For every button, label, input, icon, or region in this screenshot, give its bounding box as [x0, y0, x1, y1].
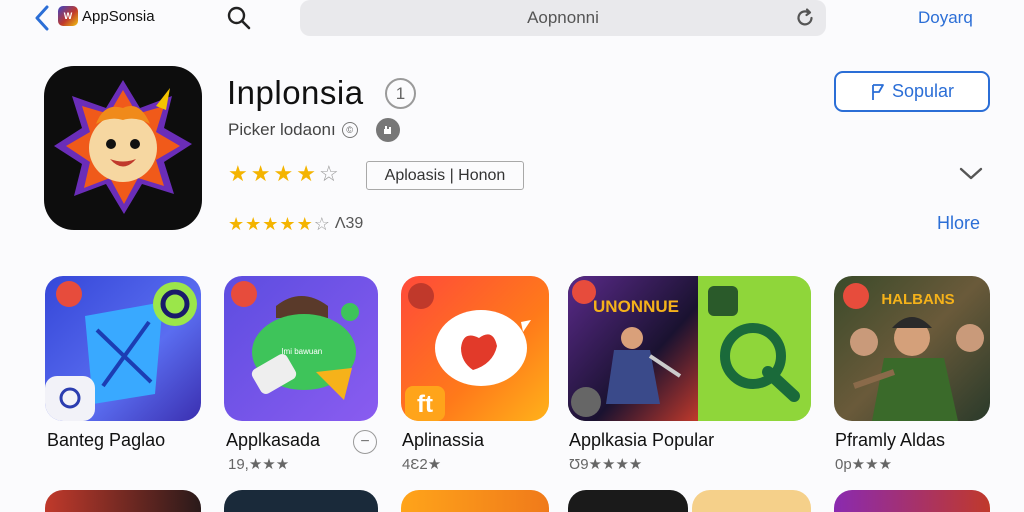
app-title: Inplonsia	[227, 74, 364, 111]
star-icon: ★	[245, 214, 262, 234]
rating-count: Ʌ39	[334, 215, 364, 232]
chevron-down-icon[interactable]	[958, 162, 984, 184]
svg-text:ft: ft	[417, 391, 433, 418]
app-name: AppSonsia	[82, 7, 155, 25]
top-right-link[interactable]: Doyarq	[918, 8, 973, 28]
app-tile[interactable]	[45, 276, 201, 421]
app-tile[interactable]: ft	[401, 276, 549, 421]
app-tile-name[interactable]: Applkasia Popular	[569, 430, 714, 451]
app-tile[interactable]	[568, 490, 688, 512]
copyright-icon: ©	[341, 122, 358, 138]
app-tile-rating: 0p★★★	[835, 456, 893, 473]
brand-logo-icon: W	[58, 6, 78, 26]
developer-name[interactable]: Picker lodaonı	[228, 120, 336, 140]
app-tile[interactable]	[224, 490, 378, 512]
info-icon[interactable]: 1	[385, 78, 416, 109]
developer-line: Picker lodaonı ©	[228, 118, 400, 142]
chevron-left-icon[interactable]	[30, 4, 54, 32]
search-icon[interactable]	[226, 5, 252, 31]
star-icon: ★	[228, 214, 245, 234]
star-outline-icon: ☆	[318, 161, 339, 186]
reload-icon[interactable]	[794, 7, 816, 29]
app-tile-rating: 19,★★★	[228, 456, 290, 473]
app-tile[interactable]	[45, 490, 201, 512]
app-tile[interactable]: lmi bawuan	[224, 276, 378, 421]
tile-banner-text: UNONNUE	[593, 297, 679, 316]
top-bar: W AppSonsia Doyarq	[0, 0, 1024, 40]
tile-banner-text: HALBANS	[881, 291, 954, 308]
app-tile[interactable]: UNONNUE	[568, 276, 811, 421]
app-tile-name[interactable]: Pframly Aldas	[835, 430, 945, 451]
popular-button[interactable]: Sopular	[834, 71, 990, 112]
app-tile[interactable]: HALBANS	[834, 276, 990, 421]
app-tile-name[interactable]: Applkasada	[226, 430, 320, 451]
app-tile-rating: 4Ɛ2★	[402, 456, 442, 473]
app-icon	[44, 66, 202, 230]
flag-icon	[872, 83, 884, 100]
rating-summary: ★ ★ ★ ★ ★ ☆ Ʌ39	[228, 213, 363, 235]
app-tile-name[interactable]: Banteg Paglao	[47, 430, 165, 451]
app-brand[interactable]: W AppSonsia	[58, 6, 155, 26]
category-tag[interactable]: Aploasis | Honon	[366, 161, 524, 190]
star-icon: ★	[250, 161, 271, 186]
popular-button-label: Sopular	[891, 81, 955, 101]
search-input[interactable]	[352, 8, 774, 28]
app-tile-name[interactable]: Aplinassia	[402, 430, 484, 451]
app-tile[interactable]	[401, 490, 549, 512]
star-icon: ★	[262, 214, 279, 234]
more-link[interactable]: Hlore	[937, 213, 980, 234]
app-tile[interactable]	[834, 490, 990, 512]
star-icon: ★	[279, 214, 296, 234]
star-icon: ★	[228, 161, 248, 186]
star-icon: ★	[296, 161, 316, 186]
star-icon: ★	[273, 161, 294, 186]
search-bar[interactable]	[300, 0, 826, 36]
svg-text:lmi bawuan: lmi bawuan	[282, 347, 322, 356]
star-icon: ★	[296, 214, 313, 234]
app-tile[interactable]	[692, 490, 811, 512]
developer-badge-icon	[375, 118, 400, 142]
app-tile-rating: Ʊ9★★★★	[569, 456, 643, 473]
star-outline-icon: ☆	[313, 214, 330, 234]
minus-icon[interactable]: −	[353, 430, 377, 454]
star-rating: ★ ★ ★ ★ ☆	[228, 162, 339, 186]
